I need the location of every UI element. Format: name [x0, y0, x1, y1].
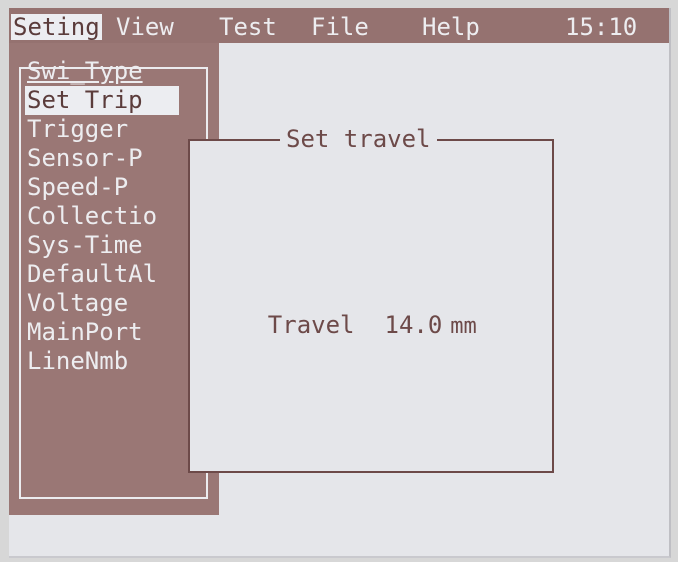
dropdown-item-sys-time[interactable]: Sys-Time: [27, 231, 179, 260]
dropdown-item-voltage[interactable]: Voltage: [27, 289, 179, 318]
dropdown-item-trigger[interactable]: Trigger: [27, 115, 179, 144]
lcd-screen: Seting View Test File Help 15:10 Swi_Typ…: [9, 8, 671, 558]
dropdown-item-linenmb[interactable]: LineNmb: [27, 347, 179, 376]
menu-seting[interactable]: Seting: [11, 14, 102, 40]
dropdown-list: Swi_Type Set Trip Trigger Sensor-P Speed…: [25, 57, 179, 376]
menu-help[interactable]: Help: [422, 14, 480, 40]
dropdown-item-speed-p[interactable]: Speed-P: [27, 173, 179, 202]
dropdown-item-collectio[interactable]: Collectio: [27, 202, 179, 231]
dropdown-item-defaultal[interactable]: DefaultAl: [27, 260, 179, 289]
travel-unit: mm: [450, 314, 477, 339]
dropdown-item-mainport[interactable]: MainPort: [27, 318, 179, 347]
menu-test[interactable]: Test: [219, 14, 277, 40]
dialog-title: Set travel: [280, 125, 437, 153]
dropdown-item-swi-type[interactable]: Swi_Type: [27, 57, 179, 86]
dropdown-item-sensor-p[interactable]: Sensor-P: [27, 144, 179, 173]
clock: 15:10: [565, 13, 638, 41]
travel-label: Travel: [267, 311, 355, 339]
menu-bar: Seting View Test File Help 15:10: [9, 8, 669, 43]
menu-view[interactable]: View: [116, 14, 174, 40]
menu-file[interactable]: File: [311, 14, 369, 40]
travel-field-row[interactable]: Travel 14.0 mm: [210, 280, 477, 372]
dropdown-item-label: Swi_Type: [27, 57, 143, 85]
dropdown-item-set-trip[interactable]: Set Trip: [25, 86, 179, 115]
travel-value[interactable]: 14.0: [385, 311, 443, 339]
